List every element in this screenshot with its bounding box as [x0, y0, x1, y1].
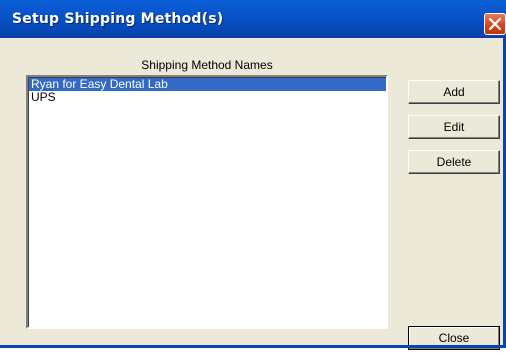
window-frame-bottom — [0, 345, 506, 348]
shipping-method-listbox[interactable]: Ryan for Easy Dental Lab UPS — [26, 75, 388, 329]
window-close-button[interactable] — [484, 13, 506, 35]
add-button[interactable]: Add — [408, 80, 500, 104]
delete-button[interactable]: Delete — [408, 150, 500, 174]
list-header: Shipping Method Names — [141, 58, 273, 72]
close-x-icon — [489, 18, 501, 30]
title-bar[interactable]: Setup Shipping Method(s) — [0, 0, 506, 38]
list-item[interactable]: UPS — [29, 91, 386, 104]
listbox-content: Ryan for Easy Dental Lab UPS — [28, 77, 386, 327]
edit-button[interactable]: Edit — [408, 115, 500, 139]
window-title: Setup Shipping Method(s) — [12, 11, 224, 27]
list-item[interactable]: Ryan for Easy Dental Lab — [29, 78, 386, 91]
setup-shipping-dialog: Setup Shipping Method(s) Shipping Method… — [0, 0, 506, 350]
